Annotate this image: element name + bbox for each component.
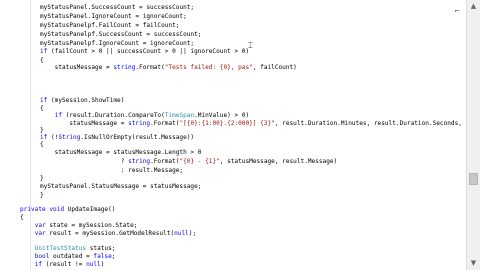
code-line[interactable]: } (40, 191, 44, 200)
code-line[interactable]: var result = mySession.GetModelResult(nu… (20, 229, 196, 238)
code-line[interactable]: statusMessage = statusMessage.Length > 0 (40, 148, 202, 157)
code-line[interactable]: myStatusPanelpf.FailCount = failCount; (40, 21, 179, 30)
code-line[interactable]: myStatusPanelpf.SuccessCount = successCo… (40, 30, 201, 39)
code-line[interactable]: if (result != null) (20, 260, 105, 269)
vertical-scrollbar[interactable]: ▲ ▼ (466, 0, 480, 270)
code-line[interactable]: myStatusPanel.SuccessCount = successCoun… (40, 3, 194, 12)
code-line[interactable]: if (mySession.ShowTime) (40, 96, 124, 105)
code-editor[interactable]: myStatusPanel.SuccessCount = successCoun… (0, 0, 466, 270)
scroll-up-arrow-icon[interactable]: ▲ (469, 2, 478, 11)
scroll-down-arrow-icon[interactable]: ▼ (469, 259, 478, 268)
code-line[interactable]: if (failCount > 0 || successCount > 0 ||… (40, 47, 249, 56)
code-line[interactable]: myStatusPanel.StatusMessage = statusMess… (40, 182, 201, 191)
code-line[interactable]: myStatusPanel.IgnoreCount = ignoreCount; (40, 12, 187, 21)
scroll-thumb[interactable] (469, 173, 478, 186)
code-line[interactable]: statusMessage = string.Format("Tests fai… (40, 63, 297, 72)
code-line[interactable]: : result.Message; (40, 166, 183, 175)
code-line[interactable]: statusMessage = string.Format("[{0}:{1:0… (40, 119, 466, 128)
code-line[interactable]: ? string.Format("{0} - {1}", statusMessa… (40, 157, 338, 166)
code-line[interactable]: if (!String.IsNullOrEmpty(result.Message… (40, 133, 194, 142)
split-view-icon[interactable]: ⌐ (450, 6, 464, 16)
code-line[interactable]: private void UpdateImage() (20, 205, 115, 214)
text-cursor-icon: ⌶ (248, 41, 253, 50)
